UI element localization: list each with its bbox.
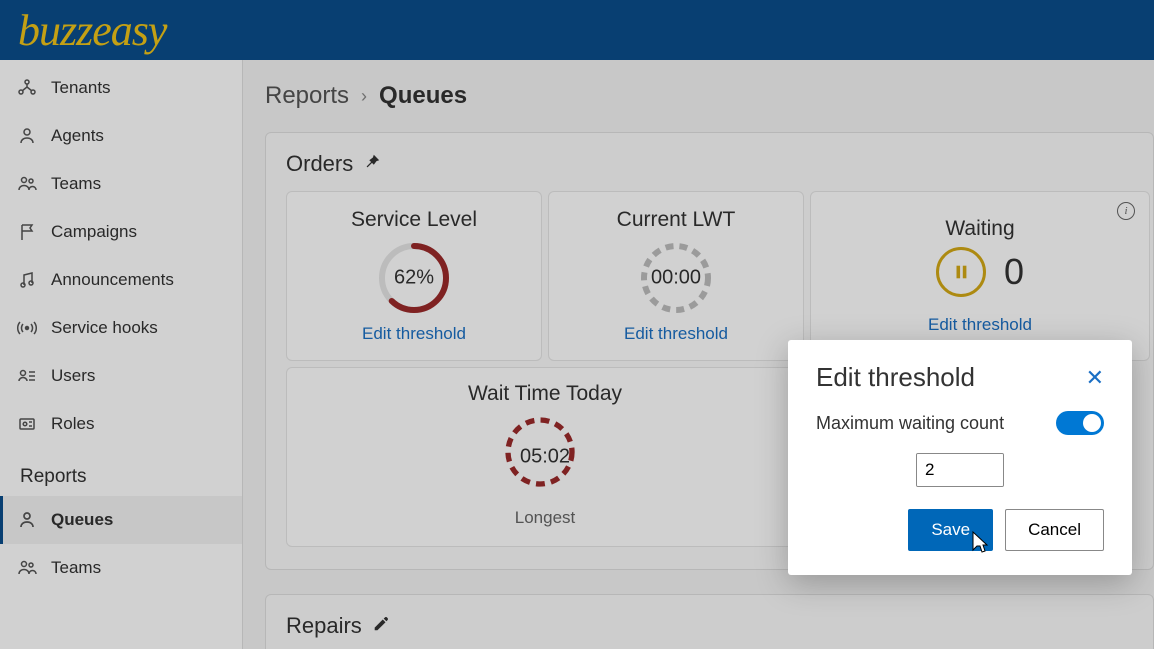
- sidebar: Tenants Agents Teams Campaigns Announcem…: [0, 60, 243, 649]
- toggle-switch[interactable]: [1056, 411, 1104, 435]
- modal-header: Edit threshold ✕: [816, 362, 1104, 393]
- sidebar-item-announcements[interactable]: Announcements: [0, 256, 242, 304]
- sidebar-item-report-teams[interactable]: Teams: [0, 544, 242, 592]
- max-waiting-input[interactable]: [917, 454, 1004, 486]
- people-icon: [17, 174, 37, 194]
- edit-threshold-link[interactable]: Edit threshold: [928, 315, 1032, 335]
- gauge-value: 00:00: [651, 267, 701, 290]
- sidebar-item-users[interactable]: Users: [0, 352, 242, 400]
- edit-threshold-modal: Edit threshold ✕ Maximum waiting count ▲…: [788, 340, 1132, 575]
- card-label: Service Level: [351, 208, 477, 232]
- panel-title-repairs: Repairs: [286, 613, 1133, 639]
- waiting-count: 0: [1004, 251, 1024, 293]
- close-icon[interactable]: ✕: [1086, 365, 1104, 391]
- max-waiting-spinner: ▲ ▼: [916, 453, 1004, 487]
- panel-repairs: Repairs: [265, 594, 1154, 649]
- info-icon[interactable]: i: [1117, 202, 1135, 220]
- panel-title-orders: Orders: [286, 151, 1133, 177]
- sidebar-item-agents[interactable]: Agents: [0, 112, 242, 160]
- sidebar-item-teams[interactable]: Teams: [0, 160, 242, 208]
- sidebar-item-queues[interactable]: Queues: [0, 496, 242, 544]
- breadcrumb: Reports › Queues: [265, 82, 1154, 110]
- card-row-1: Service Level 62% Edit threshold Current…: [286, 191, 1133, 361]
- sidebar-item-label: Announcements: [51, 270, 174, 290]
- card-waiting: i Waiting 0 Edit threshold: [810, 191, 1150, 361]
- card-label: Wait Time Today: [468, 382, 622, 406]
- wait-time-gauge: 05:02: [500, 412, 590, 502]
- card-current-lwt: Current LWT 00:00 Edit threshold: [548, 191, 804, 361]
- badge-icon: [17, 414, 37, 434]
- edit-threshold-link[interactable]: Edit threshold: [362, 324, 466, 344]
- sidebar-item-tenants[interactable]: Tenants: [0, 64, 242, 112]
- sidebar-item-label: Teams: [51, 558, 101, 578]
- gauge-value: 62%: [394, 267, 434, 290]
- music-icon: [17, 270, 37, 290]
- people-icon: [17, 558, 37, 578]
- sidebar-item-campaigns[interactable]: Campaigns: [0, 208, 242, 256]
- org-icon: [17, 78, 37, 98]
- brand-logo: buzzeasy: [18, 5, 166, 56]
- service-level-gauge: 62%: [374, 238, 454, 318]
- wait-time-sub: Longest: [515, 508, 576, 528]
- pin-icon[interactable]: [363, 153, 381, 176]
- modal-title: Edit threshold: [816, 362, 975, 393]
- card-label: Waiting: [945, 217, 1014, 241]
- card-wait-time-today: Wait Time Today 05:02 Longest: [286, 367, 804, 547]
- sidebar-item-roles[interactable]: Roles: [0, 400, 242, 448]
- pause-icon: [936, 247, 986, 297]
- card-label: Current LWT: [617, 208, 736, 232]
- person-icon: [17, 510, 37, 530]
- lwt-gauge: 00:00: [636, 238, 716, 318]
- sidebar-item-label: Campaigns: [51, 222, 137, 242]
- breadcrumb-current: Queues: [379, 82, 467, 110]
- topbar: buzzeasy: [0, 0, 1154, 60]
- panel-title-text: Repairs: [286, 613, 362, 639]
- gauge-value: 05:02: [520, 446, 570, 469]
- flag-icon: [17, 222, 37, 242]
- sidebar-item-label: Users: [51, 366, 95, 386]
- sidebar-item-service-hooks[interactable]: Service hooks: [0, 304, 242, 352]
- sidebar-item-label: Tenants: [51, 78, 111, 98]
- waiting-value-row: 0: [936, 247, 1024, 297]
- users-list-icon: [17, 366, 37, 386]
- edit-icon[interactable]: [372, 615, 390, 638]
- modal-actions: Save Cancel: [816, 509, 1104, 551]
- cancel-button[interactable]: Cancel: [1005, 509, 1104, 551]
- sidebar-item-label: Agents: [51, 126, 104, 146]
- edit-threshold-link[interactable]: Edit threshold: [624, 324, 728, 344]
- broadcast-icon: [17, 318, 37, 338]
- sidebar-item-label: Teams: [51, 174, 101, 194]
- field-label: Maximum waiting count: [816, 413, 1004, 434]
- sidebar-item-label: Service hooks: [51, 318, 158, 338]
- chevron-right-icon: ›: [361, 86, 367, 107]
- breadcrumb-parent[interactable]: Reports: [265, 82, 349, 110]
- card-service-level: Service Level 62% Edit threshold: [286, 191, 542, 361]
- modal-field-row: Maximum waiting count: [816, 411, 1104, 435]
- sidebar-item-label: Roles: [51, 414, 94, 434]
- sidebar-section-reports: Reports: [0, 448, 242, 496]
- panel-title-text: Orders: [286, 151, 353, 177]
- person-icon: [17, 126, 37, 146]
- sidebar-item-label: Queues: [51, 510, 113, 530]
- save-button[interactable]: Save: [908, 509, 993, 551]
